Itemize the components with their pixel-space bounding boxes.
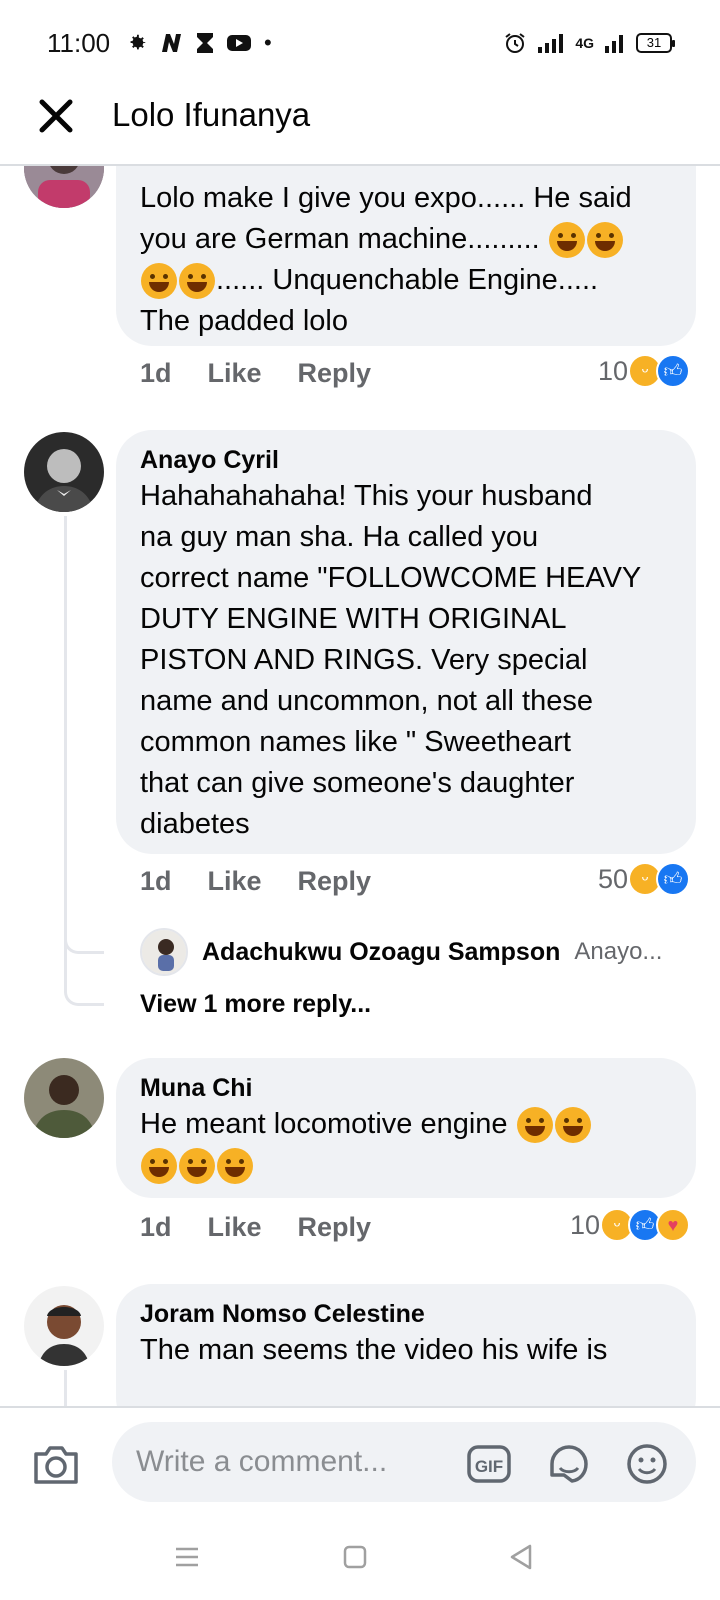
home-nav-icon[interactable] bbox=[340, 1542, 370, 1572]
comment-text-line bbox=[140, 1145, 672, 1186]
comment-text-line: you are German machine......... bbox=[140, 219, 672, 260]
menu-nav-icon[interactable] bbox=[172, 1542, 202, 1572]
comment-author[interactable]: Anayo Cyril bbox=[140, 444, 672, 476]
comment-actions: 1d Like Reply bbox=[140, 1212, 371, 1243]
comment-input[interactable] bbox=[112, 1422, 696, 1502]
comment-bubble[interactable]: Muna Chi He meant locomotive engine bbox=[116, 1058, 696, 1198]
reaction-summary[interactable]: 10 ᵕ 👍︎ ♥ bbox=[570, 1208, 690, 1242]
youtube-icon bbox=[227, 35, 251, 51]
comment-bubble[interactable]: Joram Nomso Celestine The man seems the … bbox=[116, 1284, 696, 1406]
avatar[interactable] bbox=[24, 1286, 104, 1366]
reply-button[interactable]: Reply bbox=[298, 866, 372, 897]
status-bar: 11:00 • 4G 31 bbox=[0, 0, 720, 86]
comment-time: 1d bbox=[140, 866, 172, 896]
comment-author[interactable]: Joram Nomso Celestine bbox=[140, 1298, 672, 1330]
comment-bubble[interactable]: Lolo make I give you expo...... He said … bbox=[116, 166, 696, 346]
status-system-icons: 4G 31 bbox=[503, 30, 675, 56]
status-time: 11:00 bbox=[47, 28, 111, 58]
comment-time: 1d bbox=[140, 1212, 172, 1242]
reply-snippet: Anayo... bbox=[574, 938, 663, 965]
gif-icon[interactable]: GIF bbox=[466, 1442, 512, 1486]
avatar[interactable] bbox=[24, 1058, 104, 1138]
like-reaction-icon: 👍︎ bbox=[656, 354, 690, 388]
close-icon[interactable] bbox=[36, 96, 76, 136]
avatar[interactable] bbox=[140, 928, 188, 976]
comment-composer: GIF bbox=[0, 1406, 720, 1516]
like-reaction-icon: 👍︎ bbox=[656, 862, 690, 896]
wink-tongue-emoji-icon bbox=[179, 1148, 215, 1185]
comment-text-line: ...... Unquenchable Engine..... bbox=[140, 260, 672, 301]
page-title: Lolo Ifunanya bbox=[112, 96, 311, 133]
comment-text-line: correct name "FOLLOWCOME HEAVY bbox=[140, 562, 642, 594]
network-type: 4G bbox=[575, 35, 594, 51]
view-more-replies-button[interactable]: View 1 more reply... bbox=[140, 990, 371, 1019]
avatar[interactable] bbox=[24, 432, 104, 512]
thread-connector bbox=[64, 980, 104, 1006]
joy-emoji-icon bbox=[516, 1107, 553, 1144]
reaction-count: 50 bbox=[597, 863, 628, 894]
comment-text-line: Hahahahahaha! This your husband bbox=[140, 480, 593, 512]
thread-line bbox=[64, 516, 67, 984]
gif-label: GIF bbox=[475, 1457, 503, 1476]
gear-icon bbox=[130, 34, 146, 50]
comment-author[interactable]: Muna Chi bbox=[140, 1072, 672, 1104]
back-nav-icon[interactable] bbox=[506, 1542, 536, 1572]
rofl-emoji-icon bbox=[179, 263, 215, 300]
comment-text-line: He meant locomotive engine bbox=[140, 1104, 672, 1145]
comment-text-line: The padded lolo bbox=[140, 305, 348, 337]
rofl-emoji-icon bbox=[141, 263, 177, 300]
comment-text-line: name and uncommon, not all these bbox=[140, 685, 593, 717]
comment-actions: 1d Like Reply bbox=[140, 866, 371, 897]
joy-emoji-icon bbox=[554, 1107, 591, 1144]
reaction-count: 10 bbox=[597, 355, 628, 386]
hourglass-icon bbox=[197, 33, 213, 53]
comment-bubble[interactable]: Anayo Cyril Hahahahahaha! This your husb… bbox=[116, 430, 696, 854]
comment-text-line: diabetes bbox=[140, 808, 250, 840]
emoji-icon[interactable] bbox=[624, 1442, 670, 1486]
reply-preview[interactable]: Adachukwu Ozoagu Sampson Anayo... bbox=[140, 928, 662, 976]
reaction-summary[interactable]: 50 ᵕ 👍︎ bbox=[598, 862, 690, 896]
sticker-icon[interactable] bbox=[546, 1442, 592, 1486]
comment-text-line: na guy man sha. Ha called you bbox=[140, 521, 539, 553]
alarm-icon bbox=[505, 33, 525, 53]
comment-text-line: PISTON AND RINGS. Very special bbox=[140, 644, 588, 676]
rofl-emoji-icon bbox=[586, 222, 623, 259]
care-reaction-icon: ♥ bbox=[656, 1208, 690, 1242]
header: Lolo Ifunanya bbox=[0, 86, 720, 166]
battery-indicator: 31 bbox=[636, 33, 675, 53]
joy-emoji-icon bbox=[217, 1148, 253, 1185]
status-notification-icons: • bbox=[126, 30, 272, 56]
like-button[interactable]: Like bbox=[208, 866, 262, 897]
like-button[interactable]: Like bbox=[208, 358, 262, 389]
comment-text-line: The man seems the video his wife is bbox=[140, 1334, 608, 1366]
reply-author[interactable]: Adachukwu Ozoagu Sampson bbox=[202, 938, 560, 967]
thread-line bbox=[64, 1370, 67, 1406]
reply-button[interactable]: Reply bbox=[298, 1212, 372, 1243]
comment-time: 1d bbox=[140, 358, 172, 388]
signal-icon bbox=[538, 34, 564, 53]
comment-text-line: Lolo make I give you expo...... He said bbox=[140, 182, 632, 214]
reaction-summary[interactable]: 10 ᵕ 👍︎ bbox=[598, 354, 690, 388]
comment-actions: 1d Like Reply bbox=[140, 358, 371, 389]
reaction-count: 10 bbox=[569, 1209, 600, 1240]
thread-connector bbox=[64, 928, 104, 954]
comment-text-line: common names like " Sweetheart bbox=[140, 726, 571, 758]
comment-text-line: DUTY ENGINE WITH ORIGINAL bbox=[140, 603, 567, 635]
camera-icon[interactable] bbox=[32, 1442, 80, 1486]
comment-text-line: that can give someone's daughter bbox=[140, 767, 575, 799]
avatar[interactable] bbox=[24, 166, 104, 208]
wink-tongue-emoji-icon bbox=[141, 1148, 177, 1185]
n-icon bbox=[162, 34, 181, 52]
like-button[interactable]: Like bbox=[208, 1212, 262, 1243]
signal-icon-2 bbox=[605, 35, 623, 53]
reply-button[interactable]: Reply bbox=[298, 358, 372, 389]
comments-feed[interactable]: Lolo make I give you expo...... He said … bbox=[0, 166, 720, 1406]
system-nav-bar bbox=[0, 1516, 720, 1600]
rofl-emoji-icon bbox=[548, 222, 585, 259]
dot-icon: • bbox=[264, 30, 272, 55]
